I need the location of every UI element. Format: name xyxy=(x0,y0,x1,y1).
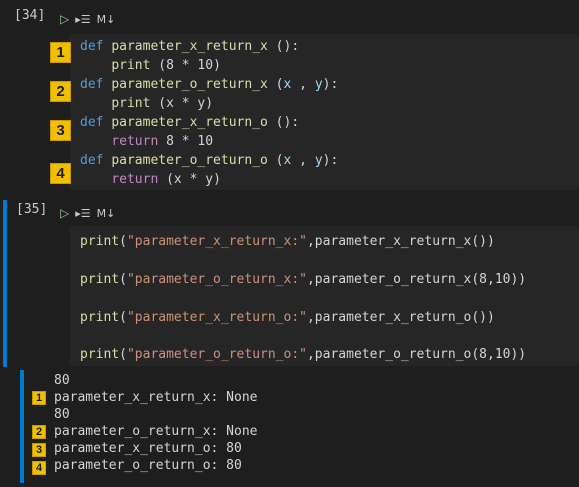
string-literal: "parameter_o_return_x:" xyxy=(126,272,307,287)
code-line: print("parameter_o_return_x:",parameter_… xyxy=(80,270,526,289)
active-cell-indicator xyxy=(3,200,7,367)
cell-toolbar: ▷ ▸☰ M↓ xyxy=(60,12,115,26)
code-line: return 8 * 10 xyxy=(80,132,213,151)
code-text: ): xyxy=(322,153,339,168)
code-line: def parameter_o_return_o (x , y): xyxy=(80,151,338,170)
code-line: print("parameter_x_return_x:",parameter_… xyxy=(80,232,495,251)
function-name: parameter_o_return_o xyxy=(111,153,268,168)
print-call: print xyxy=(111,96,151,111)
print-call: print xyxy=(80,310,120,325)
code-line: return (x * y) xyxy=(80,170,221,189)
code-text: ( xyxy=(119,234,127,249)
print-call: print xyxy=(80,347,120,362)
code-text: , xyxy=(291,77,315,92)
print-call: print xyxy=(80,272,120,287)
keyword-def: def xyxy=(80,115,104,130)
code-text: ,parameter_o_return_o(8,10)) xyxy=(306,347,527,362)
code-line: print("parameter_x_return_o:",parameter_… xyxy=(80,308,495,327)
string-literal: "parameter_x_return_x:" xyxy=(126,234,307,249)
annotation-badge: 3 xyxy=(50,120,71,141)
code-text: 8 * 10 xyxy=(158,134,214,149)
code-line: def parameter_x_return_o (): xyxy=(80,113,299,132)
function-name: parameter_x_return_x xyxy=(111,39,268,54)
markdown-toggle-button[interactable]: M↓ xyxy=(97,207,116,220)
code-line: print (8 * 10) xyxy=(80,56,221,75)
output-line: parameter_o_return_x: None xyxy=(54,424,258,439)
string-literal: "parameter_x_return_o:" xyxy=(126,310,307,325)
cell-output: 80 parameter_x_return_x: None 80 paramet… xyxy=(54,372,258,474)
output-line: parameter_x_return_o: 80 xyxy=(54,441,242,456)
code-line: print (x * y) xyxy=(80,94,213,113)
code-text: ( xyxy=(267,77,284,92)
print-call: print xyxy=(80,234,120,249)
run-below-icon[interactable]: ▸☰ xyxy=(75,207,90,220)
code-text: ( xyxy=(119,272,127,287)
output-line: 80 xyxy=(54,373,70,388)
code-text: (8 * 10) xyxy=(150,58,221,73)
code-line: print("parameter_o_return_o:",parameter_… xyxy=(80,345,526,364)
annotation-badge: 4 xyxy=(32,461,46,475)
keyword-return: return xyxy=(111,134,159,149)
print-call: print xyxy=(111,58,151,73)
code-text: (x * y) xyxy=(158,172,221,187)
code-text: ,parameter_o_return_x(8,10)) xyxy=(306,272,527,287)
code-text: ,parameter_x_return_x()) xyxy=(306,234,495,249)
code-text: ( xyxy=(119,347,127,362)
keyword-def: def xyxy=(80,77,104,92)
annotation-badge: 2 xyxy=(50,81,71,102)
param-y: y xyxy=(314,153,323,168)
keyword-def: def xyxy=(80,39,104,54)
code-text: ( xyxy=(267,153,284,168)
run-below-icon[interactable]: ▸☰ xyxy=(75,13,90,26)
code-line: def parameter_o_return_x (x , y): xyxy=(80,75,338,94)
annotation-badge: 3 xyxy=(32,443,46,457)
annotation-badge: 2 xyxy=(32,425,46,439)
function-name: parameter_x_return_o xyxy=(111,115,268,130)
execution-count: [35] xyxy=(16,202,48,217)
annotation-badge: 4 xyxy=(50,163,71,184)
cell-toolbar: ▷ ▸☰ M↓ xyxy=(60,206,115,220)
string-literal: "parameter_o_return_o:" xyxy=(126,347,307,362)
markdown-toggle-button[interactable]: M↓ xyxy=(97,13,116,26)
output-line: 80 xyxy=(54,407,70,422)
code-text: (): xyxy=(267,39,300,54)
output-line: parameter_o_return_o: 80 xyxy=(54,458,242,473)
cell-35[interactable]: [35] ▷ ▸☰ M↓ print("parameter_x_return_x… xyxy=(0,196,579,487)
code-text: (x * y) xyxy=(150,96,214,111)
param-y: y xyxy=(314,77,323,92)
execution-count: [34] xyxy=(14,8,46,23)
play-icon[interactable]: ▷ xyxy=(60,206,69,220)
code-text: ): xyxy=(322,77,339,92)
output-line: parameter_x_return_x: None xyxy=(54,390,258,405)
output-indicator xyxy=(20,370,24,483)
play-icon[interactable]: ▷ xyxy=(60,12,69,26)
code-text: , xyxy=(291,153,315,168)
code-line: def parameter_x_return_x (): xyxy=(80,37,299,56)
code-text: ,parameter_x_return_o()) xyxy=(306,310,495,325)
code-text: (): xyxy=(267,115,300,130)
function-name: parameter_o_return_x xyxy=(111,77,268,92)
keyword-return: return xyxy=(111,172,159,187)
annotation-badge: 1 xyxy=(32,391,46,405)
cell-34[interactable]: [34] ▷ ▸☰ M↓ def parameter_x_return_x ()… xyxy=(0,0,579,192)
code-text: ( xyxy=(119,310,127,325)
keyword-def: def xyxy=(80,153,104,168)
annotation-badge: 1 xyxy=(50,42,71,63)
